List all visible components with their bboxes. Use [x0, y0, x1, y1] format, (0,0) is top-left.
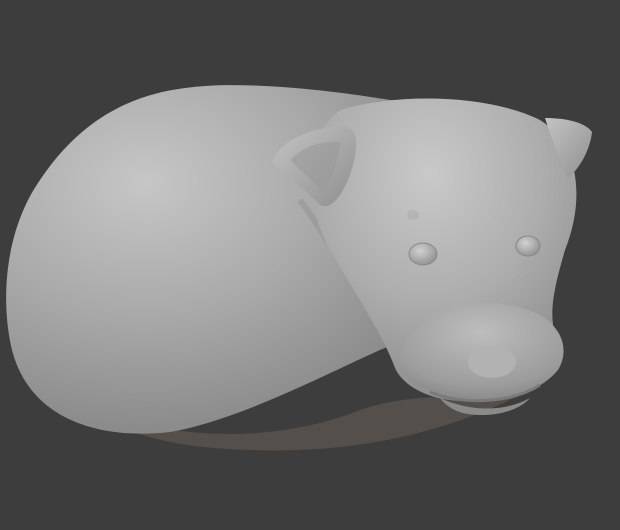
left-eye	[408, 242, 438, 266]
dog-sculpt-render	[6, 85, 592, 451]
right-eye	[515, 235, 541, 257]
nose	[468, 346, 516, 378]
brow-bump	[407, 210, 419, 220]
3d-viewport[interactable]	[0, 0, 620, 530]
